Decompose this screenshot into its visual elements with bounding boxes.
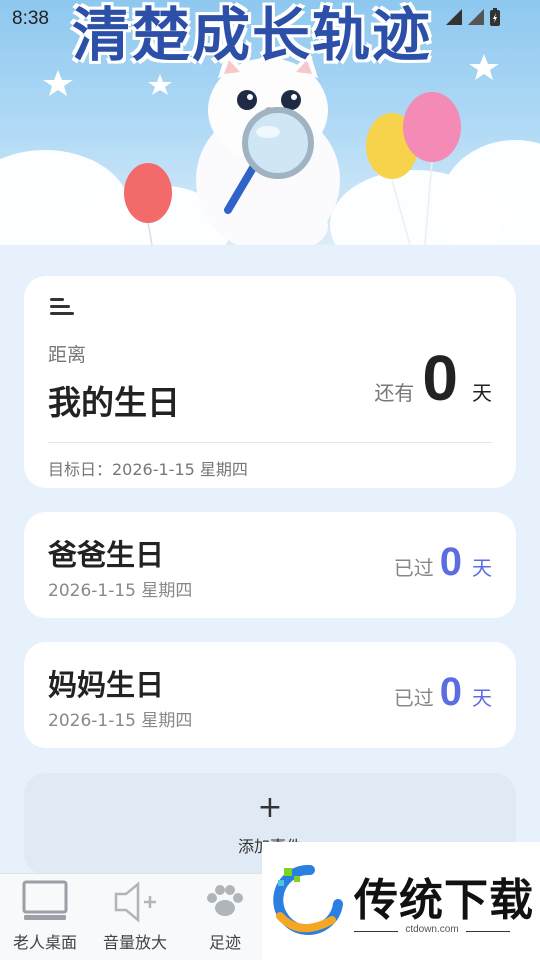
count-unit: 天 [472, 556, 492, 580]
wifi-signal-icon [468, 9, 484, 25]
nav-label: 足迹 [208, 933, 241, 952]
count-unit: 天 [472, 381, 492, 405]
watermark-logo [273, 864, 343, 935]
hero-title: 清楚成长轨迹 [72, 1, 433, 69]
watermark-text: 传统下载 [354, 875, 534, 926]
distance-label: 距离 [48, 344, 87, 366]
day-count: 0 [439, 540, 462, 584]
battery-icon [490, 8, 500, 26]
event-date: 2026-1-15 星期四 [48, 581, 193, 601]
count-prefix: 已过 [393, 556, 434, 580]
event-date: 2026-1-15 星期四 [48, 711, 193, 731]
menu-icon[interactable] [50, 296, 74, 316]
hero-banner: 8:38 清楚成长轨迹 ID:8fe582 [0, 0, 540, 245]
plus-icon: + [257, 790, 283, 825]
day-count: 0 [422, 342, 458, 414]
divider [48, 442, 492, 443]
status-time: 8:38 [12, 8, 49, 29]
count-prefix: 已过 [393, 686, 434, 710]
event-card[interactable]: 爸爸生日 2026-1-15 星期四 已过 0 天 [24, 512, 516, 618]
event-name: 妈妈生日 [48, 668, 165, 702]
nav-label: 音量放大 [102, 933, 167, 952]
main-event-name: 我的生日 [48, 383, 180, 422]
count-prefix: 还有 [374, 381, 415, 405]
signal-icon [446, 9, 462, 25]
watermark-url: ctdown.com [405, 924, 459, 935]
main-event-countdown: 还有 0 天 [374, 346, 492, 410]
speaker-plus-icon [114, 881, 156, 923]
paw-icon [207, 885, 243, 916]
event-count: 已过 0 天 [394, 542, 492, 582]
nav-item-elder-desktop[interactable]: 老人桌面 [0, 874, 90, 960]
main-event-card[interactable]: 距离 我的生日 还有 0 天 目标日：2026-1-15 星期四 [24, 276, 516, 488]
user-id-label: ID:8fe582 [479, 203, 540, 219]
monitor-icon [22, 880, 68, 920]
event-name: 爸爸生日 [48, 538, 165, 572]
nav-item-footprint[interactable]: 足迹 [180, 874, 270, 960]
event-count: 已过 0 天 [394, 672, 492, 712]
watermark-rule [466, 931, 510, 932]
status-icons [446, 8, 500, 26]
target-date: 目标日：2026-1-15 星期四 [48, 460, 248, 479]
watermark: 传统下载 ctdown.com [262, 842, 540, 960]
nav-item-volume-boost[interactable]: 音量放大 [90, 874, 180, 960]
nav-label: 老人桌面 [12, 933, 77, 952]
event-card[interactable]: 妈妈生日 2026-1-15 星期四 已过 0 天 [24, 642, 516, 748]
day-count: 0 [439, 670, 462, 714]
count-unit: 天 [472, 686, 492, 710]
